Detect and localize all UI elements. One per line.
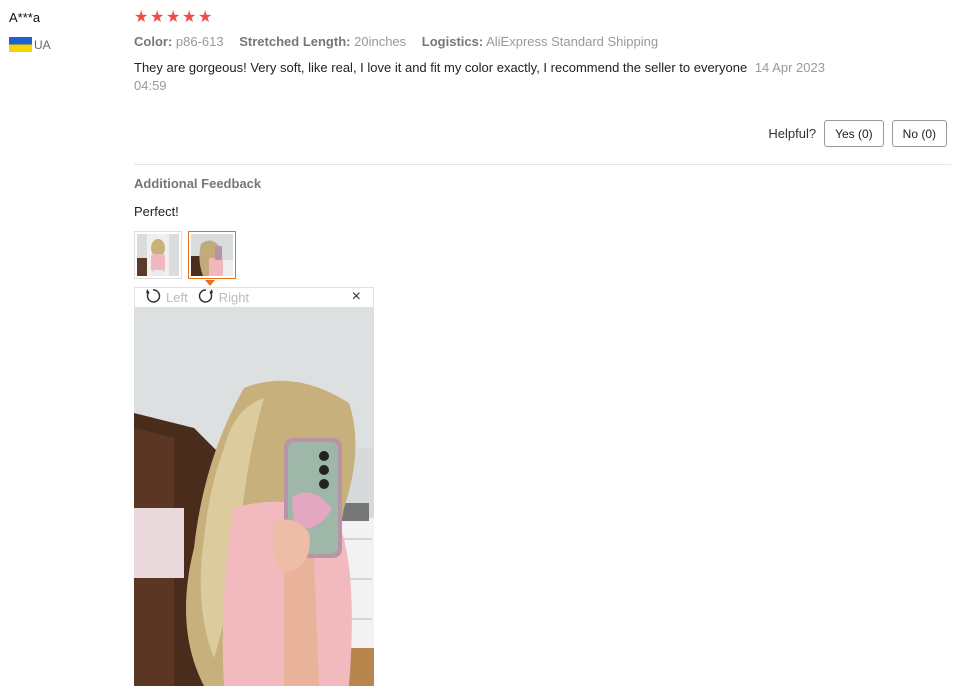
star-icon: ★ <box>166 9 181 26</box>
attr-value: AliExpress Standard Shipping <box>486 34 659 49</box>
star-icon: ★ <box>198 9 213 26</box>
star-icon: ★ <box>134 9 149 26</box>
reviewer-name: A***a <box>9 10 41 25</box>
ukraine-flag-icon <box>9 37 32 52</box>
photo-thumbnail-active[interactable] <box>188 231 236 279</box>
rotate-right-icon <box>198 288 214 307</box>
review-body: They are gorgeous! Very soft, like real,… <box>134 60 748 75</box>
rotate-left-button[interactable]: Left <box>145 288 188 307</box>
rotate-right-button[interactable]: Right <box>198 288 249 307</box>
divider <box>134 164 951 165</box>
photo-thumbnails <box>134 231 236 279</box>
reviewer-country: UA <box>9 37 51 52</box>
attr-value: 20inches <box>354 34 407 49</box>
close-icon[interactable]: × <box>352 288 361 306</box>
review-date: 14 Apr 2023 <box>754 60 825 75</box>
attr-key: Stretched Length: <box>239 34 351 49</box>
star-icon: ★ <box>150 9 165 26</box>
star-rating: ★ ★ ★ ★ ★ <box>134 9 213 26</box>
additional-feedback-text: Perfect! <box>134 204 179 219</box>
rotate-right-label: Right <box>218 290 250 305</box>
helpful-label: Helpful? <box>768 126 817 141</box>
image-viewer-toolbar: Left Right × <box>134 287 374 308</box>
rotate-left-label: Left <box>166 290 188 305</box>
country-code: UA <box>34 37 51 52</box>
review-photo-large <box>134 308 374 686</box>
attr-key: Logistics: <box>421 34 484 49</box>
yes-button[interactable]: Yes (0) <box>824 120 884 147</box>
review-text: They are gorgeous! Very soft, like real,… <box>134 59 874 95</box>
attr-value: p86-613 <box>175 34 224 49</box>
product-attributes: Color: p86-613 Stretched Length: 20inche… <box>134 34 670 49</box>
no-button[interactable]: No (0) <box>891 120 947 147</box>
rotate-left-icon <box>145 288 161 307</box>
review-time: 04:59 <box>134 78 167 93</box>
photo-thumbnail[interactable] <box>134 231 182 279</box>
star-icon: ★ <box>182 9 197 26</box>
helpful-vote: Helpful? Yes (0) No (0) <box>768 120 947 147</box>
attr-key: Color: <box>134 34 173 49</box>
additional-feedback-title: Additional Feedback <box>134 176 262 191</box>
active-thumbnail-pointer <box>205 280 215 286</box>
